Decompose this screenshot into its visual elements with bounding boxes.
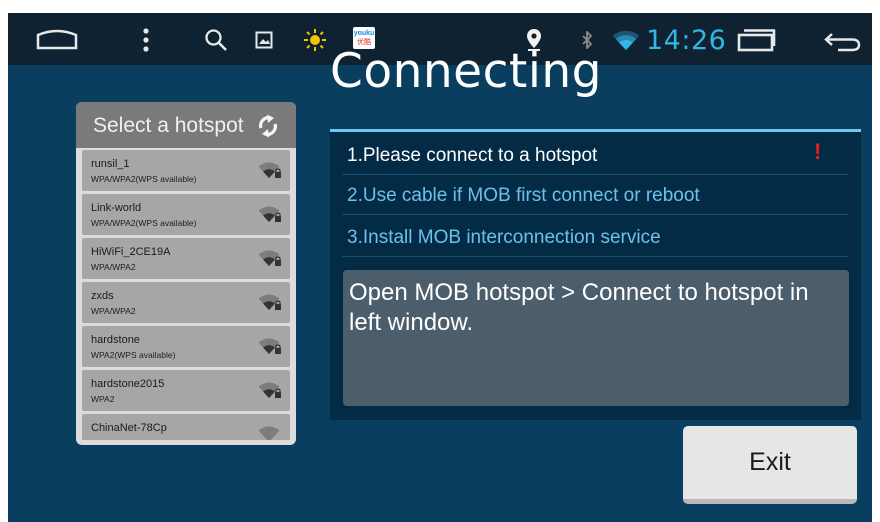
wifi-lock-icon <box>258 380 282 405</box>
hotspot-item[interactable]: hardstone WPA2(WPS available) <box>82 326 290 367</box>
hotspot-security: WPA/WPA2 <box>91 306 136 316</box>
refresh-icon[interactable] <box>256 114 280 143</box>
hotspot-list[interactable]: runsil_1 WPA/WPA2(WPS available) Link-wo… <box>82 150 290 440</box>
step-1-label: 1.Please connect to a hotspot <box>347 145 598 166</box>
status-clock: 14:26 <box>646 25 727 56</box>
menu-dots-icon[interactable] <box>142 28 150 52</box>
page-title: Connecting <box>330 44 603 99</box>
wifi-lock-icon <box>258 204 282 229</box>
youku-badge-latin: youku <box>353 29 375 37</box>
wifi-icon <box>258 424 282 440</box>
step-3-label: 3.Install MOB interconnection service <box>347 227 661 248</box>
hotspot-name: zxds <box>91 290 114 302</box>
hotspot-name: HiWiFi_2CE19A <box>91 246 171 258</box>
step-1-alert-mark: ! <box>814 139 822 164</box>
hotspot-item[interactable]: ChinaNet-78Cp <box>82 414 290 440</box>
wifi-lock-icon <box>258 248 282 273</box>
brightness-icon <box>304 29 326 51</box>
wifi-lock-icon <box>258 160 282 185</box>
hotspot-name: ChinaNet-78Cp <box>91 422 167 434</box>
steps-panel: 1.Please connect to a hotspot ! 2.Use ca… <box>330 129 861 420</box>
hotspot-security: WPA2(WPS available) <box>91 350 176 360</box>
hotspot-item[interactable]: HiWiFi_2CE19A WPA/WPA2 <box>82 238 290 279</box>
step-divider <box>342 174 848 175</box>
instruction-text: Open MOB hotspot > Connect to hotspot in… <box>349 279 809 336</box>
hotspot-name: Link-world <box>91 202 142 214</box>
wifi-icon <box>612 29 640 51</box>
back-icon[interactable] <box>824 30 862 52</box>
hotspot-security: WPA2 <box>91 394 115 404</box>
home-icon[interactable] <box>35 27 79 51</box>
search-icon[interactable] <box>204 28 228 52</box>
hotspot-name: runsil_1 <box>91 158 130 170</box>
device-screen: youku 优酷 14:26 Connecting Select a hotsp… <box>8 13 872 522</box>
recent-apps-icon[interactable] <box>737 28 777 52</box>
hotspot-security: WPA/WPA2(WPS available) <box>91 174 197 184</box>
hotspot-item[interactable]: zxds WPA/WPA2 <box>82 282 290 323</box>
hotspot-item[interactable]: Link-world WPA/WPA2(WPS available) <box>82 194 290 235</box>
hotspot-panel-title: Select a hotspot <box>93 114 244 137</box>
exit-button[interactable]: Exit <box>683 426 857 504</box>
wifi-lock-icon <box>258 292 282 317</box>
hotspot-name: hardstone <box>91 334 140 346</box>
hotspot-panel: Select a hotspot runsil_1 WPA/WPA2(WPS a… <box>76 102 296 445</box>
hotspot-security: WPA/WPA2 <box>91 262 136 272</box>
hotspot-item[interactable]: hardstone2015 WPA2 <box>82 370 290 411</box>
instruction-box: Open MOB hotspot > Connect to hotspot in… <box>343 270 849 406</box>
step-divider <box>342 214 848 215</box>
gallery-icon <box>255 31 273 49</box>
hotspot-security: WPA/WPA2(WPS available) <box>91 218 197 228</box>
hotspot-item[interactable]: runsil_1 WPA/WPA2(WPS available) <box>82 150 290 191</box>
hotspot-panel-header: Select a hotspot <box>76 102 296 148</box>
step-2-label: 2.Use cable if MOB first connect or rebo… <box>347 185 700 206</box>
wifi-lock-icon <box>258 336 282 361</box>
step-divider <box>342 256 848 257</box>
hotspot-name: hardstone2015 <box>91 378 165 390</box>
